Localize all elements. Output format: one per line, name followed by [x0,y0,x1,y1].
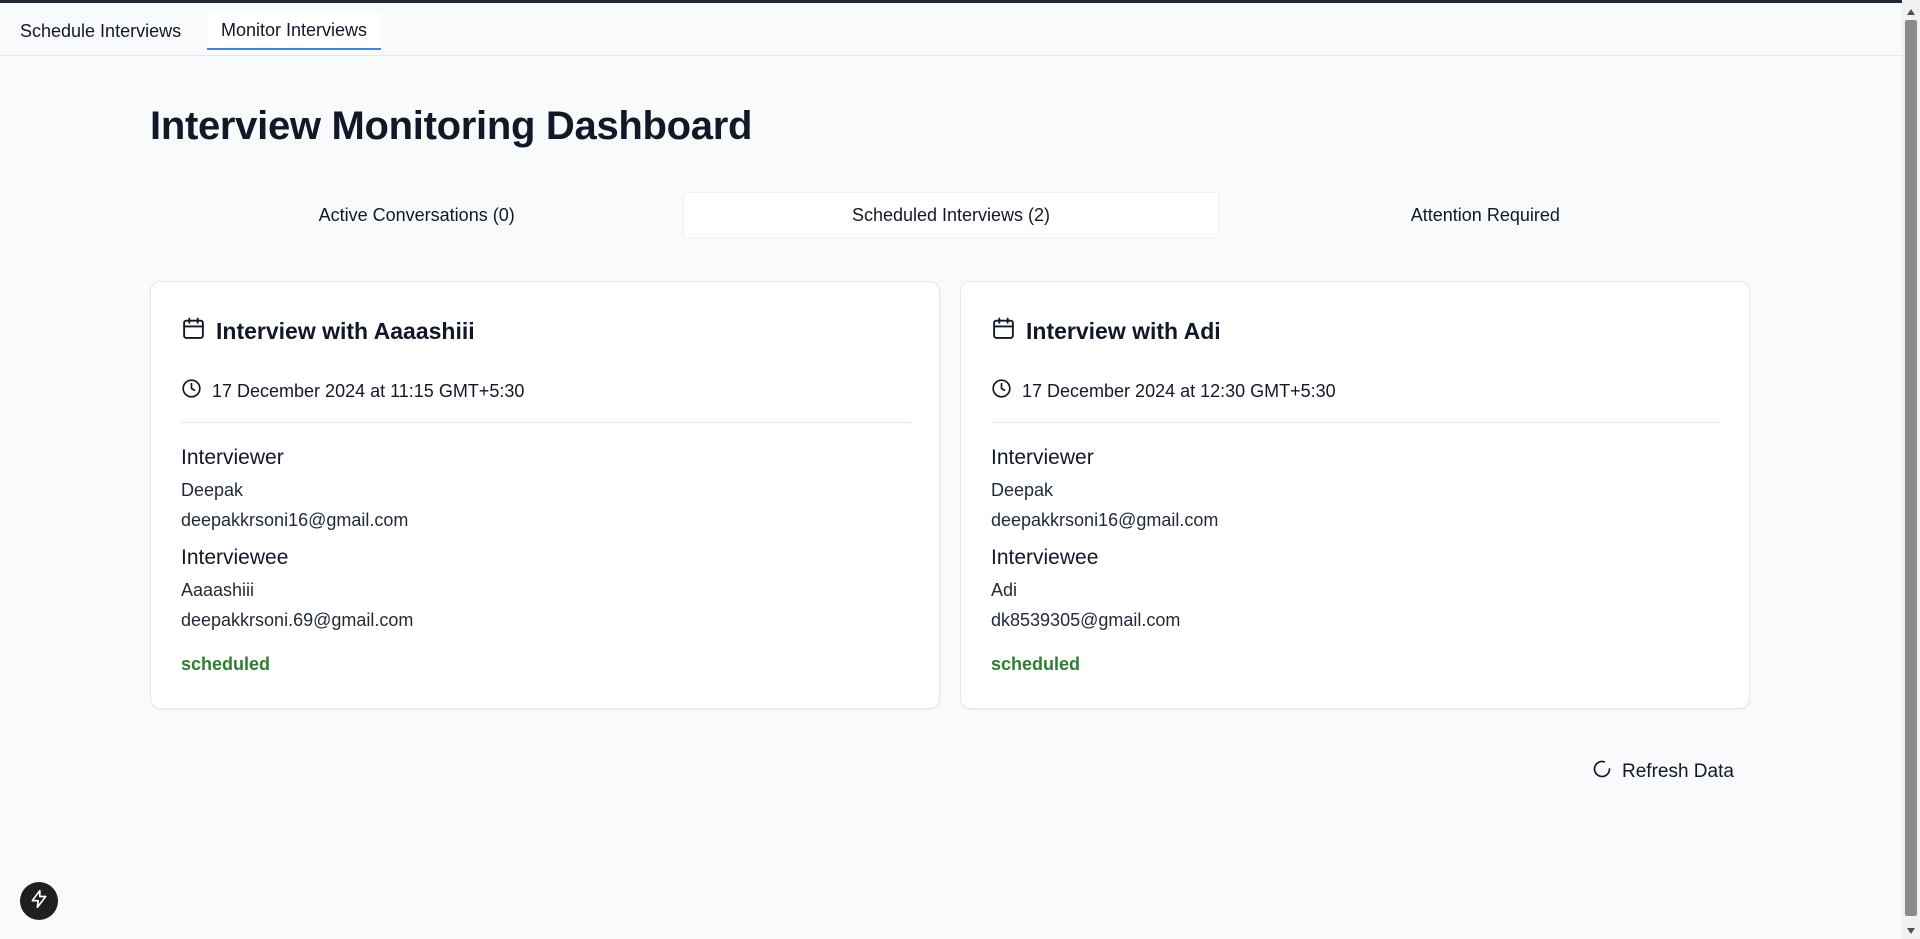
divider [181,422,911,423]
interview-datetime: 17 December 2024 at 11:15 GMT+5:30 [181,378,524,404]
interviewee-label: Interviewee [991,546,1099,569]
card-title: Interview with Adi [1026,317,1221,344]
interview-datetime: 17 December 2024 at 12:30 GMT+5:30 [991,378,1336,404]
bolt-icon [29,889,49,914]
interview-card: Interview with Aaaashiii 17 December 202… [150,281,940,709]
floating-action-button[interactable] [20,882,58,920]
top-navigation: Schedule Interviews Monitor Interviews [0,3,1902,56]
tab-attention-required[interactable]: Attention Required [1219,192,1752,238]
calendar-icon [181,316,206,346]
interview-card: Interview with Adi 17 December 2024 at 1… [960,281,1750,709]
status-badge: scheduled [991,654,1081,674]
interviewer-label: Interviewer [181,446,284,469]
tab-active-conversations[interactable]: Active Conversations (0) [150,192,683,238]
datetime-text: 17 December 2024 at 11:15 GMT+5:30 [212,380,525,401]
tab-label: Attention Required [1410,204,1560,225]
status-badge: scheduled [181,654,271,674]
interviewer-name: Deepak [991,480,1054,500]
page-title: Interview Monitoring Dashboard [150,104,753,148]
interviewee-email: deepakkrsoni.69@gmail.com [181,610,414,630]
scrollbar-thumb[interactable] [1905,20,1917,916]
datetime-text: 17 December 2024 at 12:30 GMT+5:30 [1022,380,1336,401]
refresh-label: Refresh Data [1622,761,1734,782]
tab-label: Scheduled Interviews (2) [851,204,1051,225]
card-header: Interview with Adi [991,316,1221,346]
calendar-icon [991,316,1016,346]
vertical-scrollbar[interactable] [1902,0,1920,939]
card-title: Interview with Aaaashiii [216,317,475,344]
interviewer-label: Interviewer [991,446,1094,469]
interviewee-email: dk8539305@gmail.com [991,610,1181,630]
scroll-down-arrow-icon[interactable] [1902,922,1920,939]
interviewee-label: Interviewee [181,546,289,569]
clock-icon [991,378,1012,404]
interviewer-name: Deepak [181,480,244,500]
tab-label: Active Conversations (0) [318,204,515,225]
interviewee-name: Aaaashiii [181,580,255,600]
interviewee-name: Adi [991,580,1018,600]
nav-tab-label: Schedule Interviews [20,21,182,41]
nav-tab-label: Monitor Interviews [221,20,368,40]
nav-tab-schedule-interviews[interactable]: Schedule Interviews [6,13,195,50]
section-tabs: Active Conversations (0) Scheduled Inter… [150,192,1752,238]
interviewer-email: deepakkrsoni16@gmail.com [181,510,409,530]
card-header: Interview with Aaaashiii [181,316,475,346]
tab-scheduled-interviews[interactable]: Scheduled Interviews (2) [683,192,1219,238]
refresh-data-button[interactable]: Refresh Data [1592,757,1734,787]
clock-icon [181,378,202,404]
interviewer-email: deepakkrsoni16@gmail.com [991,510,1219,530]
nav-tab-monitor-interviews[interactable]: Monitor Interviews [207,13,382,50]
scroll-up-arrow-icon[interactable] [1902,3,1920,20]
refresh-icon [1592,759,1612,785]
divider [991,422,1721,423]
